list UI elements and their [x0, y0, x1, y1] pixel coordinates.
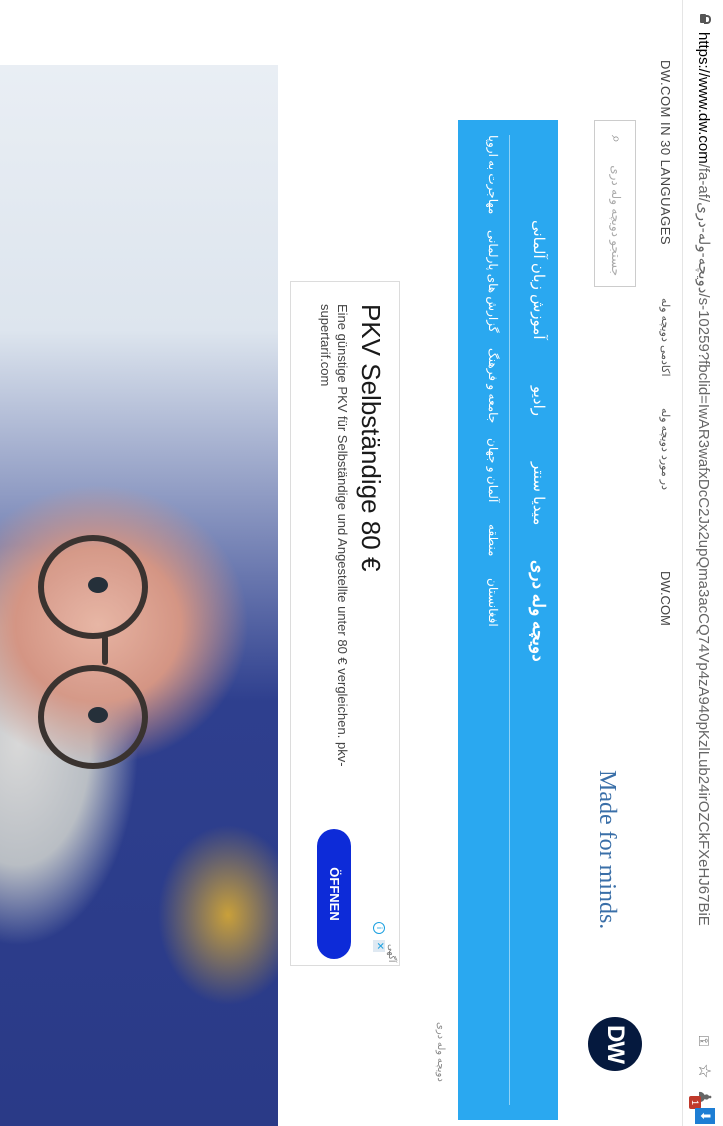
portrait-glasses — [28, 535, 168, 775]
search-icon[interactable]: ⌕ — [608, 135, 625, 143]
hero-image[interactable] — [0, 65, 278, 1126]
dw-logo[interactable]: DW — [588, 1017, 642, 1071]
main-navigation: آموزش زبان آلمانی رادیو میدیا سنتر دویچه… — [458, 120, 558, 1120]
ad-title[interactable]: PKV Selbständige 80 € — [355, 304, 386, 571]
search-placeholder: جستجو دویچه وله دری — [609, 165, 623, 276]
page-content: ⌕ جستجو دویچه وله دری Made for minds. DW… — [0, 65, 648, 1126]
star-icon[interactable]: ☆ — [694, 1061, 714, 1081]
download-icon[interactable]: ⬇ — [695, 1108, 715, 1124]
nav-sub-society[interactable]: جامعه و فرهنگ — [486, 348, 500, 423]
browser-address-bar: https://www.dw.com/fa-af/دویچه-وله-دری/s… — [682, 0, 723, 1126]
nav-sub-afghanistan[interactable]: افغانستان — [486, 578, 500, 627]
about-link[interactable]: در مورد دویچه وله — [659, 408, 672, 490]
top-links: DW.COM IN 30 LANGUAGES اکادمی دویچه وله … — [651, 0, 681, 1126]
nav-item-radio[interactable]: رادیو — [530, 386, 548, 416]
nav-item-media-center[interactable]: میدیا سنتر — [530, 462, 548, 525]
nav-sub-parliament[interactable]: گزارش های پارلمانی — [486, 230, 500, 333]
breadcrumb[interactable]: دویچه وله دری — [435, 1022, 446, 1082]
academy-link[interactable]: اکادمی دویچه وله — [659, 298, 672, 377]
nav-sub-region[interactable]: منطقه — [486, 524, 500, 556]
tagline: Made for minds. — [594, 770, 620, 930]
info-icon[interactable]: i — [373, 922, 385, 934]
dwcom-link[interactable]: DW.COM — [658, 571, 673, 626]
nav-divider — [509, 135, 510, 1105]
key-icon[interactable]: ⚿ — [694, 1031, 714, 1051]
search-input[interactable]: ⌕ جستجو دویچه وله دری — [594, 120, 636, 287]
nav-item-german-courses[interactable]: آموزش زبان آلمانی — [530, 220, 548, 340]
nav-sub-germany-world[interactable]: آلمان و جهان — [486, 438, 500, 502]
lock-icon — [700, 14, 711, 24]
languages-link[interactable]: DW.COM IN 30 LANGUAGES — [658, 60, 673, 245]
url-host: https://www.dw.com — [695, 32, 712, 164]
nav-item-dw-dari[interactable]: دویچه وله دری — [528, 560, 548, 662]
nav-sub-migration[interactable]: مهاجرت به اروپا — [486, 135, 500, 214]
url-field[interactable]: https://www.dw.com/fa-af/دویچه-وله-دری/s… — [695, 32, 713, 926]
ad-open-button[interactable]: ÖFFNEN — [317, 829, 351, 959]
ad-label: آگهی — [387, 944, 397, 963]
close-icon[interactable]: ✕ — [373, 940, 385, 952]
url-path: /fa-af/دویچه-وله-دری/s-10259?fbclid=IwAR… — [695, 163, 712, 926]
advertisement[interactable]: PKV Selbständige 80 € Eine günstige PKV … — [290, 281, 400, 966]
ad-description: Eine günstige PKV für Selbständige und A… — [318, 304, 350, 767]
rotated-page: https://www.dw.com/fa-af/دویچه-وله-دری/s… — [0, 0, 723, 1126]
